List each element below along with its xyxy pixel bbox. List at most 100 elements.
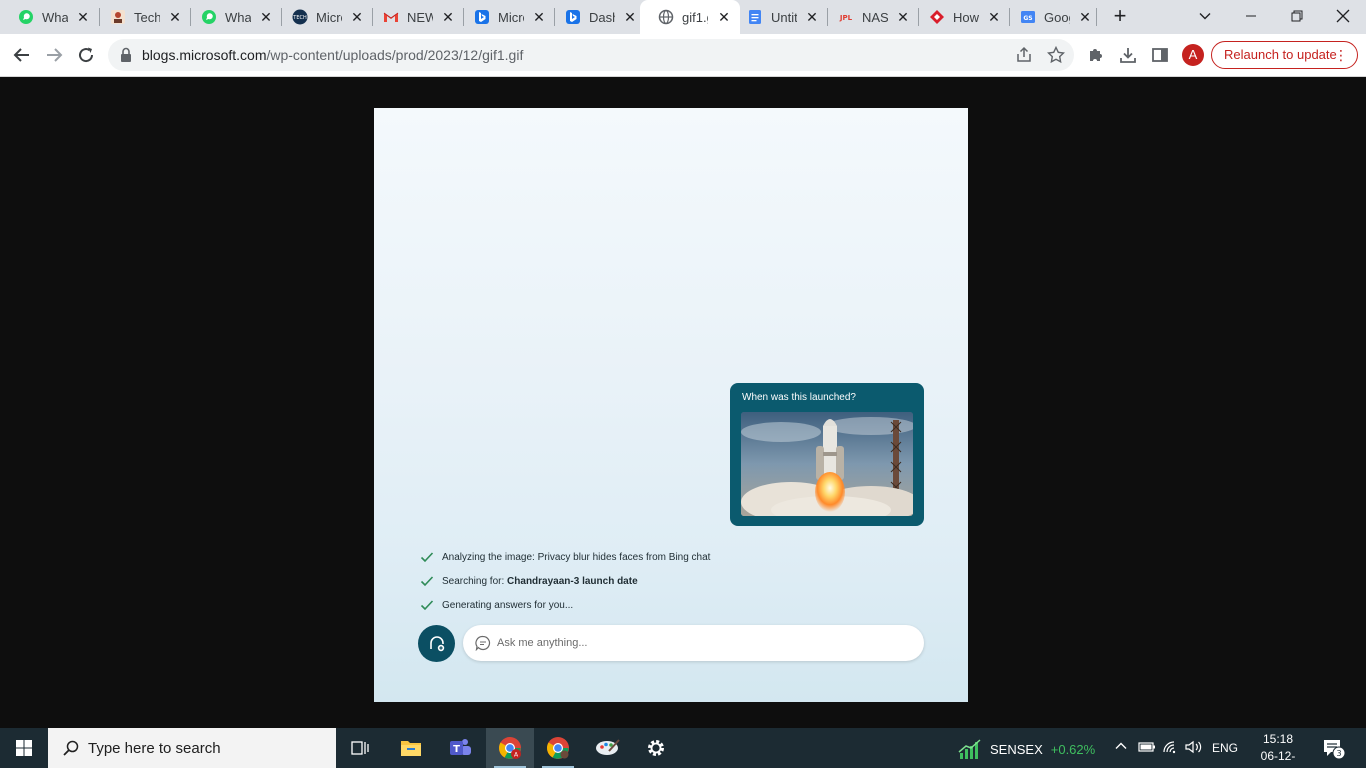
- chrome-icon: A: [499, 737, 521, 759]
- sensex-widget[interactable]: SENSEX +0.62%: [958, 738, 1095, 760]
- tech-site-icon: [111, 10, 125, 24]
- tab-separator: [1096, 8, 1097, 26]
- share-button[interactable]: [1014, 45, 1034, 65]
- close-icon[interactable]: ✕: [75, 9, 91, 25]
- forward-button[interactable]: [40, 41, 68, 69]
- windows-taskbar: Type here to search T A SENSEX +0.62% EN…: [0, 728, 1366, 768]
- back-button[interactable]: [8, 41, 36, 69]
- downloads-button[interactable]: [1114, 41, 1142, 69]
- system-clock[interactable]: 15:18 06-12-2023: [1248, 731, 1308, 768]
- close-icon[interactable]: ✕: [1077, 9, 1093, 25]
- tab-google-docs[interactable]: Untitled ✕: [729, 0, 828, 34]
- restore-button[interactable]: [1274, 0, 1320, 32]
- status-step-text: Generating answers for you...: [442, 599, 574, 611]
- status-step-analyzing: Analyzing the image: Privacy blur hides …: [420, 550, 710, 564]
- battery-indicator[interactable]: [1138, 740, 1156, 757]
- extensions-button[interactable]: [1082, 41, 1110, 69]
- task-view-button[interactable]: [336, 728, 384, 768]
- close-icon[interactable]: ✕: [804, 9, 820, 25]
- close-icon[interactable]: ✕: [258, 9, 274, 25]
- new-topic-button[interactable]: [418, 625, 455, 662]
- reload-button[interactable]: [72, 41, 100, 69]
- chat-input-box[interactable]: [463, 625, 924, 661]
- start-button[interactable]: [0, 728, 48, 768]
- close-icon[interactable]: ✕: [440, 9, 456, 25]
- tab-how[interactable]: How ✕: [911, 0, 1010, 34]
- notification-icon: 3: [1324, 740, 1346, 760]
- side-panel-button[interactable]: [1146, 41, 1174, 69]
- close-icon[interactable]: ✕: [895, 9, 911, 25]
- tab-google-sheets[interactable]: GS Google ✕: [1002, 0, 1101, 34]
- close-icon[interactable]: ✕: [349, 9, 365, 25]
- status-step-text: Analyzing the image: Privacy blur hides …: [442, 551, 711, 563]
- arrow-right-icon: [47, 48, 63, 62]
- tab-whatsapp-1[interactable]: WhatsApp ✕: [0, 0, 99, 34]
- red-diamond-icon: [930, 10, 944, 24]
- puzzle-icon: [1090, 49, 1102, 61]
- checkmark-icon: [420, 600, 434, 611]
- profile-avatar[interactable]: A: [1182, 44, 1204, 66]
- network-indicator[interactable]: [1162, 740, 1180, 757]
- svg-text:TECH: TECH: [292, 15, 307, 21]
- language-indicator[interactable]: ENG: [1212, 741, 1238, 755]
- tab-microsoft-blog[interactable]: TECH Microsoft ✕: [274, 0, 373, 34]
- share-icon: [1017, 46, 1031, 62]
- image-viewer: When was this launched? Analyzing the im…: [0, 77, 1366, 728]
- more-vertical-icon[interactable]: ⋮: [1334, 42, 1348, 68]
- svg-text:GS: GS: [1023, 15, 1032, 22]
- lock-icon[interactable]: [120, 47, 132, 63]
- windows-logo-icon: [16, 740, 32, 756]
- settings-gear-icon: [648, 740, 664, 756]
- new-tab-button[interactable]: +: [1108, 5, 1132, 29]
- teams-button[interactable]: T: [436, 728, 484, 768]
- taskbar-search[interactable]: Type here to search: [48, 728, 336, 768]
- file-explorer-button[interactable]: [387, 728, 435, 768]
- url-domain: blogs.microsoft.com: [142, 47, 267, 63]
- stock-chart-icon: [958, 739, 981, 759]
- paint-button[interactable]: [584, 728, 632, 768]
- minimize-button[interactable]: [1228, 0, 1274, 32]
- close-icon[interactable]: ✕: [531, 9, 547, 25]
- tab-whatsapp-2[interactable]: WhatsApp ✕: [183, 0, 282, 34]
- ask-input[interactable]: [497, 633, 897, 653]
- volume-indicator[interactable]: [1185, 740, 1203, 757]
- close-icon[interactable]: ✕: [622, 9, 638, 25]
- close-icon[interactable]: ✕: [986, 9, 1002, 25]
- chrome-profile-button[interactable]: A: [486, 728, 534, 768]
- show-hidden-icons-button[interactable]: [1114, 739, 1128, 756]
- tab-search-button[interactable]: [1182, 0, 1228, 32]
- battery-icon: [1138, 742, 1155, 752]
- tab-title: WhatsApp: [225, 9, 251, 25]
- tab-gmail[interactable]: NEW ✕: [365, 0, 464, 34]
- tab-bing-dashboard[interactable]: Dashboard ✕: [547, 0, 646, 34]
- bookmark-button[interactable]: [1046, 45, 1066, 65]
- tab-title: Untitled: [771, 9, 797, 25]
- address-bar[interactable]: blogs.microsoft.com/wp-content/uploads/p…: [108, 39, 1074, 71]
- bing-icon: [475, 10, 489, 24]
- tab-strip: WhatsApp ✕ Tech ✕ WhatsApp ✕ TECH Micros…: [0, 0, 1366, 34]
- settings-button[interactable]: [632, 728, 680, 768]
- tab-bing-microsoft[interactable]: Microsoft ✕: [456, 0, 555, 34]
- microsoft-blog-icon: TECH: [292, 9, 308, 25]
- notification-count: 3: [1336, 749, 1341, 758]
- chrome-button[interactable]: [534, 728, 582, 768]
- gmail-icon: [383, 12, 399, 22]
- arrow-left-icon: [13, 48, 29, 62]
- tab-tech[interactable]: Tech ✕: [92, 0, 191, 34]
- close-icon: [1336, 9, 1350, 23]
- tab-title: WhatsApp: [42, 9, 68, 25]
- tab-gif-active[interactable]: gif1.gif ✕: [640, 0, 740, 34]
- tab-nasa[interactable]: JPL NASA ✕: [820, 0, 919, 34]
- status-step-generating: Generating answers for you...: [420, 598, 573, 612]
- wifi-icon: [1163, 741, 1176, 754]
- close-icon[interactable]: ✕: [167, 9, 183, 25]
- sensex-change: +0.62%: [1050, 741, 1096, 757]
- url-text[interactable]: blogs.microsoft.com/wp-content/uploads/p…: [142, 47, 523, 63]
- notification-center-button[interactable]: 3: [1322, 738, 1346, 765]
- svg-text:JPL: JPL: [839, 14, 853, 22]
- status-step-text: Searching for:: [442, 575, 505, 587]
- side-panel-icon: [1152, 48, 1168, 62]
- close-window-button[interactable]: [1320, 0, 1366, 32]
- search-query: Chandrayaan-3 launch date: [507, 575, 638, 587]
- relaunch-button[interactable]: Relaunch to update ⋮: [1211, 41, 1358, 69]
